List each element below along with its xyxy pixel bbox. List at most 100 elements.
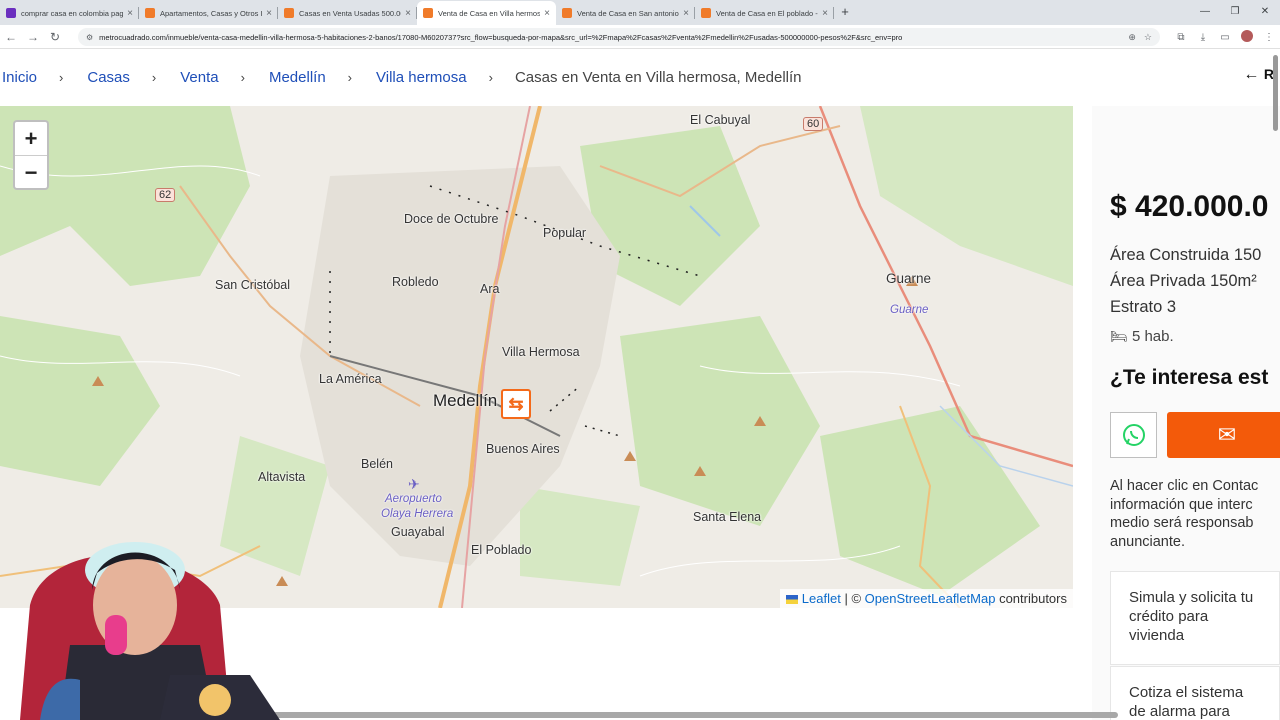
tab-title: Venta de Casa en El poblado - N	[716, 8, 819, 18]
contact-email-button[interactable]: ✉	[1167, 412, 1280, 458]
tab-title: Casas en Venta Usadas 500.000	[299, 8, 402, 18]
tab-title: Venta de Casa en Villa hermosa	[438, 8, 541, 18]
map-label-buenos-aires: Buenos Aires	[486, 442, 560, 456]
horizontal-scrollbar[interactable]	[270, 712, 1118, 718]
tab-close-icon[interactable]: ×	[544, 8, 550, 19]
map-label-guarne: Guarne	[886, 271, 932, 286]
osm-link[interactable]: OpenStreetLeafletMap	[865, 591, 996, 606]
download-icon[interactable]: ⤓	[1192, 32, 1214, 43]
menu-icon[interactable]: ⋮	[1258, 32, 1280, 43]
route-shield-62: 62	[155, 188, 176, 202]
url-text[interactable]: metrocuadrado.com/inmueble/venta-casa-me…	[99, 33, 1120, 42]
tab-favicon-icon	[6, 8, 16, 18]
breadcrumb-medellin[interactable]: Medellín	[267, 69, 326, 86]
tab-close-icon[interactable]: ×	[822, 8, 828, 19]
map-label-la-america: La América	[319, 372, 382, 386]
tab-favicon-icon	[423, 8, 433, 18]
whatsapp-button[interactable]	[1110, 412, 1157, 458]
profile-avatar[interactable]	[1236, 29, 1258, 45]
tab-favicon-icon	[562, 8, 572, 18]
zoom-in-button[interactable]: +	[15, 122, 47, 156]
breadcrumb-casas[interactable]: Casas	[85, 69, 130, 86]
cast-icon[interactable]: ▭	[1214, 32, 1236, 43]
tab-title: Apartamentos, Casas y Otros Inm	[160, 8, 263, 18]
browser-tab[interactable]: Casas en Venta Usadas 500.000 ×	[278, 1, 417, 25]
map-label-aeropuerto: Aeropuerto	[385, 493, 442, 505]
tab-close-icon[interactable]: ×	[266, 8, 272, 19]
reload-icon[interactable]: ↻	[44, 30, 66, 44]
back-link[interactable]: ← R	[1243, 66, 1274, 84]
browser-tab[interactable]: Apartamentos, Casas y Otros Inm ×	[139, 1, 278, 25]
bookmark-star-icon[interactable]: ☆	[1144, 32, 1152, 43]
chevron-right-icon: ›	[240, 69, 245, 85]
chevron-right-icon: ›	[59, 69, 64, 85]
whatsapp-icon	[1122, 424, 1145, 446]
card-line: Cotiza el sistema	[1129, 684, 1244, 701]
breadcrumb: Inicio › Casas › Venta › Medellín › Vill…	[0, 60, 802, 94]
rooms-count: 5 hab.	[1131, 328, 1174, 345]
property-marker-icon: ⇆	[508, 393, 524, 414]
map-label-robledo: Robledo	[392, 275, 439, 289]
map-label-olaya-herrera: Olaya Herrera	[381, 508, 454, 520]
browser-tab-strip: comprar casa en colombia pago × Apartament…	[0, 0, 1280, 25]
map-label-altavista: Altavista	[258, 470, 306, 484]
price: $ 420.000.0	[1110, 190, 1269, 223]
tab-close-icon[interactable]: ×	[683, 8, 689, 19]
rooms-info: 🛏 5 hab.	[1110, 328, 1174, 345]
back-icon[interactable]: ←	[0, 30, 22, 44]
area-construida: Área Construida 150	[1110, 246, 1262, 264]
minimize-icon[interactable]: —	[1190, 0, 1220, 24]
tab-favicon-icon	[145, 8, 155, 18]
airport-icon: ✈	[408, 476, 420, 492]
tab-close-icon[interactable]: ×	[405, 8, 411, 19]
card-line: Simula y solicita tu	[1129, 589, 1254, 606]
browser-extensions: ⧉ ⤓ ▭ ⋮	[1170, 25, 1280, 49]
browser-tab[interactable]: Venta de Casa en San antonio d ×	[556, 1, 695, 25]
forward-icon[interactable]: →	[22, 30, 44, 44]
alarm-quote-card[interactable]: Cotiza el sistema de alarma para	[1110, 666, 1280, 720]
disclaimer-line: anunciante.	[1110, 533, 1185, 550]
attribution-sep: | ©	[840, 591, 865, 606]
zoom-out-button[interactable]: −	[15, 156, 47, 190]
map-label-villa-hermosa: Villa Hermosa	[502, 345, 580, 359]
map-label-aranjuez: Ara	[480, 282, 500, 296]
tab-close-icon[interactable]: ×	[127, 8, 133, 19]
zoom-icon[interactable]: ⊕	[1128, 32, 1136, 43]
breadcrumb-villa-hermosa[interactable]: Villa hermosa	[374, 69, 467, 86]
browser-tab[interactable]: Venta de Casa en Villa hermosa ×	[417, 1, 556, 25]
tab-favicon-icon	[701, 8, 711, 18]
browser-tab[interactable]: comprar casa en colombia pago ×	[0, 1, 139, 25]
chevron-right-icon: ›	[347, 69, 353, 85]
disclaimer-line: información que interc	[1110, 496, 1253, 513]
map-label-belen: Belén	[361, 457, 393, 471]
card-line: de alarma para	[1129, 703, 1230, 720]
tab-title: Venta de Casa en San antonio d	[577, 8, 680, 18]
window-controls: — ❐ ✕	[1190, 0, 1280, 24]
area-privada: Área Privada 150m²	[1110, 272, 1257, 290]
chevron-right-icon: ›	[488, 69, 493, 85]
streamer-image	[20, 542, 280, 720]
scrollbar-thumb[interactable]	[1273, 55, 1278, 131]
vertical-scrollbar[interactable]	[1271, 50, 1280, 720]
maximize-icon[interactable]: ❐	[1220, 0, 1250, 24]
leaflet-link[interactable]: Leaflet	[802, 591, 841, 606]
arrow-left-icon: ←	[1243, 66, 1260, 83]
map-label-el-cabuyal: El Cabuyal	[690, 113, 751, 127]
breadcrumb-venta[interactable]: Venta	[178, 69, 218, 86]
credit-simulation-card[interactable]: Simula y solicita tu crédito para vivien…	[1110, 571, 1280, 665]
address-bar[interactable]: ⚙ metrocuadrado.com/inmueble/venta-casa-…	[78, 28, 1160, 46]
contact-disclaimer: Al hacer clic en Contac información que …	[1110, 477, 1280, 551]
browser-tab[interactable]: Venta de Casa en El poblado - N ×	[695, 1, 834, 25]
breadcrumb-current: Casas en Venta en Villa hermosa, Medellí…	[514, 68, 802, 86]
map-attribution: Leaflet | © OpenStreetLeafletMap contrib…	[779, 589, 1073, 608]
mail-icon: ✉	[1217, 422, 1237, 447]
site-info-icon[interactable]: ⚙	[86, 33, 93, 42]
webcam-overlay	[0, 495, 285, 720]
extensions-icon[interactable]: ⧉	[1170, 32, 1192, 43]
close-window-icon[interactable]: ✕	[1250, 0, 1280, 24]
breadcrumb-inicio[interactable]: Inicio	[0, 69, 37, 86]
property-marker[interactable]: ⇆	[501, 389, 531, 419]
route-shield-60: 60	[803, 117, 824, 131]
disclaimer-line: Al hacer clic en Contac	[1110, 478, 1259, 494]
new-tab-button[interactable]: +	[834, 1, 856, 25]
